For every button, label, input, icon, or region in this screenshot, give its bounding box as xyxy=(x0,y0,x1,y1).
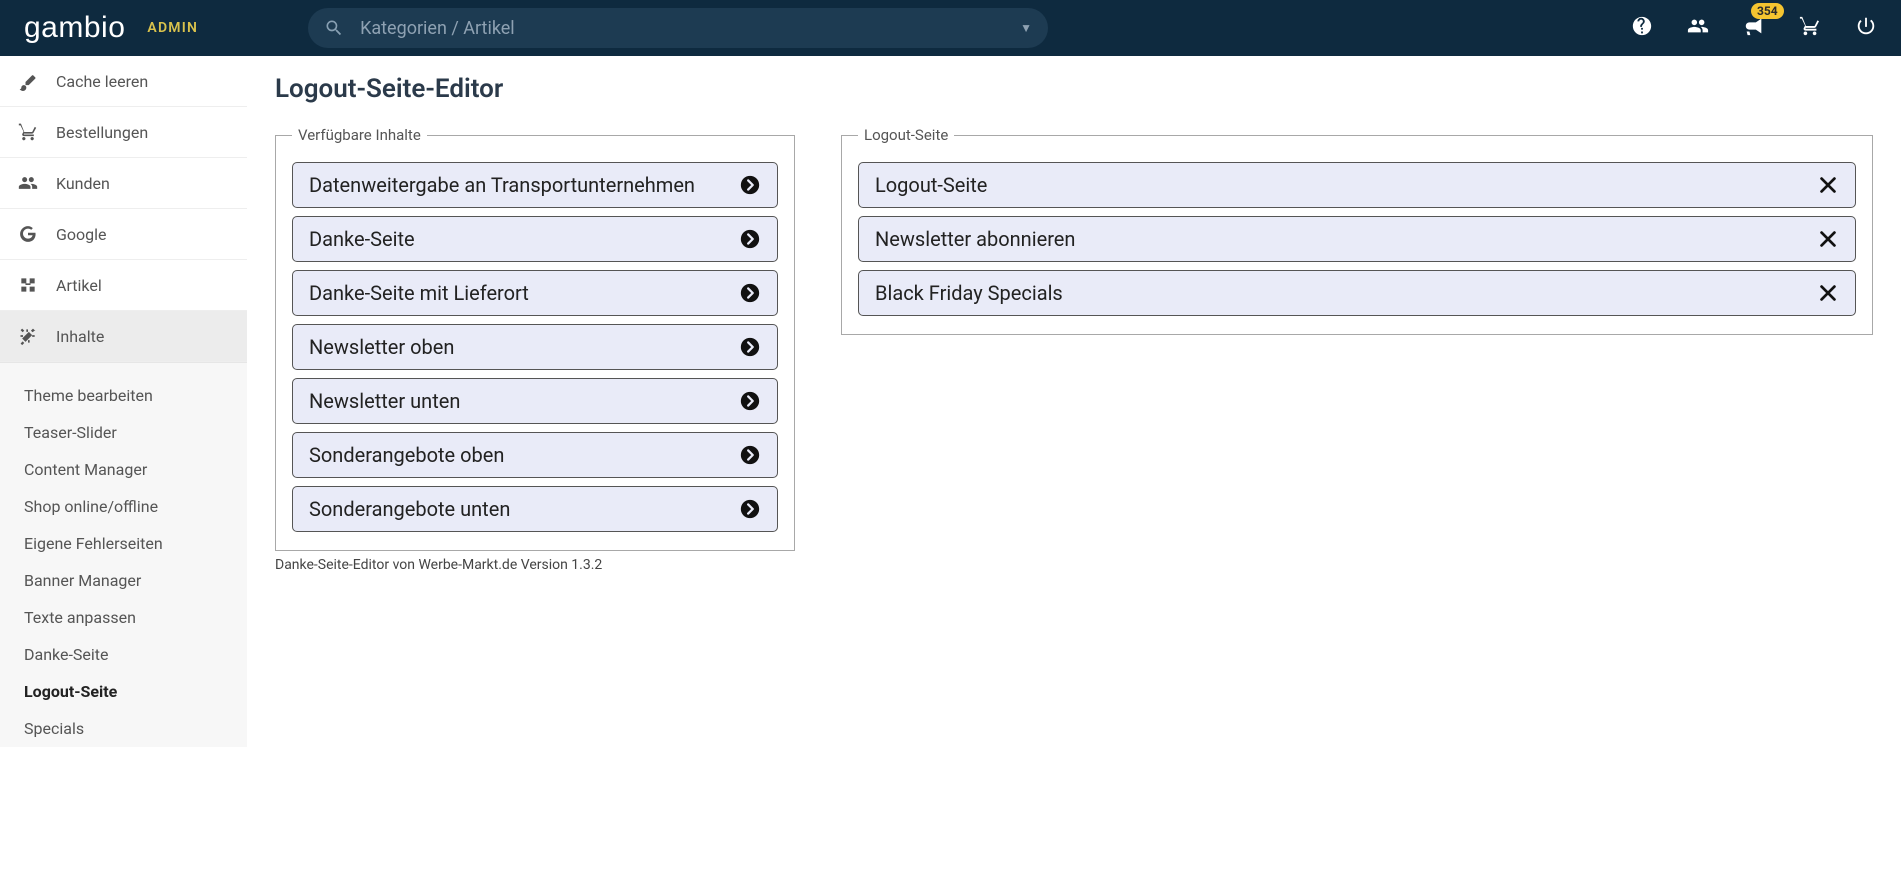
close-icon[interactable] xyxy=(1817,282,1839,304)
sidebar: Cache leeren Bestellungen Kunden Google Arti… xyxy=(0,56,247,888)
available-contents-panel: Verfügbare Inhalte Datenweitergabe an Tr… xyxy=(275,126,795,551)
sidebar-sub-shop-online-offline[interactable]: Shop online/offline xyxy=(0,488,247,525)
notification-badge: 354 xyxy=(1751,3,1784,19)
available-content-card[interactable]: Newsletter unten xyxy=(292,378,778,424)
card-label: Danke-Seite xyxy=(309,227,415,251)
brush-icon xyxy=(18,71,38,91)
page-title: Logout-Seite-Editor xyxy=(275,74,1873,104)
card-label: Sonderangebote unten xyxy=(309,497,510,521)
cart-icon[interactable] xyxy=(1799,15,1821,41)
sitemap-icon xyxy=(18,275,38,295)
card-label: Newsletter unten xyxy=(309,389,460,413)
available-content-card[interactable]: Datenweitergabe an Transportunternehmen xyxy=(292,162,778,208)
card-label: Danke-Seite mit Lieferort xyxy=(309,281,529,305)
arrow-right-circle-icon xyxy=(739,174,761,196)
card-label: Newsletter abonnieren xyxy=(875,227,1075,251)
megaphone-icon[interactable]: 354 xyxy=(1743,15,1765,41)
logout-page-panel: Logout-Seite Logout-Seite Newsletter abon… xyxy=(841,126,1873,335)
arrow-right-circle-icon xyxy=(739,228,761,250)
sidebar-sub-banner-manager[interactable]: Banner Manager xyxy=(0,562,247,599)
available-content-card[interactable]: Sonderangebote unten xyxy=(292,486,778,532)
sidebar-sub-teaser-slider[interactable]: Teaser-Slider xyxy=(0,414,247,451)
available-content-card[interactable]: Danke-Seite mit Lieferort xyxy=(292,270,778,316)
chevron-down-icon[interactable]: ▼ xyxy=(1020,21,1032,35)
sidebar-sub-specials[interactable]: Specials xyxy=(0,710,247,747)
available-content-card[interactable]: Sonderangebote oben xyxy=(292,432,778,478)
card-label: Black Friday Specials xyxy=(875,281,1063,305)
target-content-card[interactable]: Black Friday Specials xyxy=(858,270,1856,316)
sidebar-item-label: Inhalte xyxy=(56,327,104,346)
cart-icon xyxy=(18,122,38,142)
sidebar-sub-logout-seite[interactable]: Logout-Seite xyxy=(0,673,247,710)
google-icon xyxy=(18,224,38,244)
sidebar-item-label: Cache leeren xyxy=(56,72,148,91)
power-icon[interactable] xyxy=(1855,15,1877,41)
close-icon[interactable] xyxy=(1817,174,1839,196)
search-box[interactable]: ▼ xyxy=(308,8,1048,48)
wand-icon xyxy=(18,326,38,346)
sidebar-item-label: Kunden xyxy=(56,174,110,193)
sidebar-item-inhalte[interactable]: Inhalte xyxy=(0,311,247,362)
sidebar-item-label: Artikel xyxy=(56,276,102,295)
available-content-card[interactable]: Danke-Seite xyxy=(292,216,778,262)
sidebar-item-label: Google xyxy=(56,225,107,244)
arrow-right-circle-icon xyxy=(739,444,761,466)
card-label: Logout-Seite xyxy=(875,173,987,197)
main-content: Logout-Seite-Editor Verfügbare Inhalte D… xyxy=(247,56,1901,888)
sidebar-item-google[interactable]: Google xyxy=(0,209,247,260)
search-input[interactable] xyxy=(360,18,1012,39)
sidebar-sub-theme-bearbeiten[interactable]: Theme bearbeiten xyxy=(0,377,247,414)
arrow-right-circle-icon xyxy=(739,498,761,520)
available-legend: Verfügbare Inhalte xyxy=(292,126,427,144)
users-icon[interactable] xyxy=(1687,15,1709,41)
brand-logo[interactable]: gambio xyxy=(24,11,125,45)
arrow-right-circle-icon xyxy=(739,282,761,304)
admin-tag: ADMIN xyxy=(147,20,198,36)
sidebar-item-cache-leeren[interactable]: Cache leeren xyxy=(0,56,247,107)
sidebar-sub-danke-seite[interactable]: Danke-Seite xyxy=(0,636,247,673)
close-icon[interactable] xyxy=(1817,228,1839,250)
sidebar-sub-content-manager[interactable]: Content Manager xyxy=(0,451,247,488)
sidebar-sub-texte-anpassen[interactable]: Texte anpassen xyxy=(0,599,247,636)
sidebar-item-artikel[interactable]: Artikel xyxy=(0,260,247,311)
sidebar-item-kunden[interactable]: Kunden xyxy=(0,158,247,209)
arrow-right-circle-icon xyxy=(739,336,761,358)
sidebar-sub-eigene-fehlerseiten[interactable]: Eigene Fehlerseiten xyxy=(0,525,247,562)
available-content-card[interactable]: Newsletter oben xyxy=(292,324,778,370)
card-label: Datenweitergabe an Transportunternehmen xyxy=(309,173,695,197)
topbar: gambio ADMIN ▼ 354 xyxy=(0,0,1901,56)
arrow-right-circle-icon xyxy=(739,390,761,412)
sidebar-item-label: Bestellungen xyxy=(56,123,148,142)
search-icon xyxy=(324,18,344,38)
users-icon xyxy=(18,173,38,193)
card-label: Newsletter oben xyxy=(309,335,454,359)
card-label: Sonderangebote oben xyxy=(309,443,504,467)
target-content-card[interactable]: Newsletter abonnieren xyxy=(858,216,1856,262)
target-legend: Logout-Seite xyxy=(858,126,954,144)
target-content-card[interactable]: Logout-Seite xyxy=(858,162,1856,208)
topbar-actions: 354 xyxy=(1631,15,1877,41)
help-icon[interactable] xyxy=(1631,15,1653,41)
footnote: Danke-Seite-Editor von Werbe-Markt.de Ve… xyxy=(275,557,795,573)
sidebar-item-bestellungen[interactable]: Bestellungen xyxy=(0,107,247,158)
